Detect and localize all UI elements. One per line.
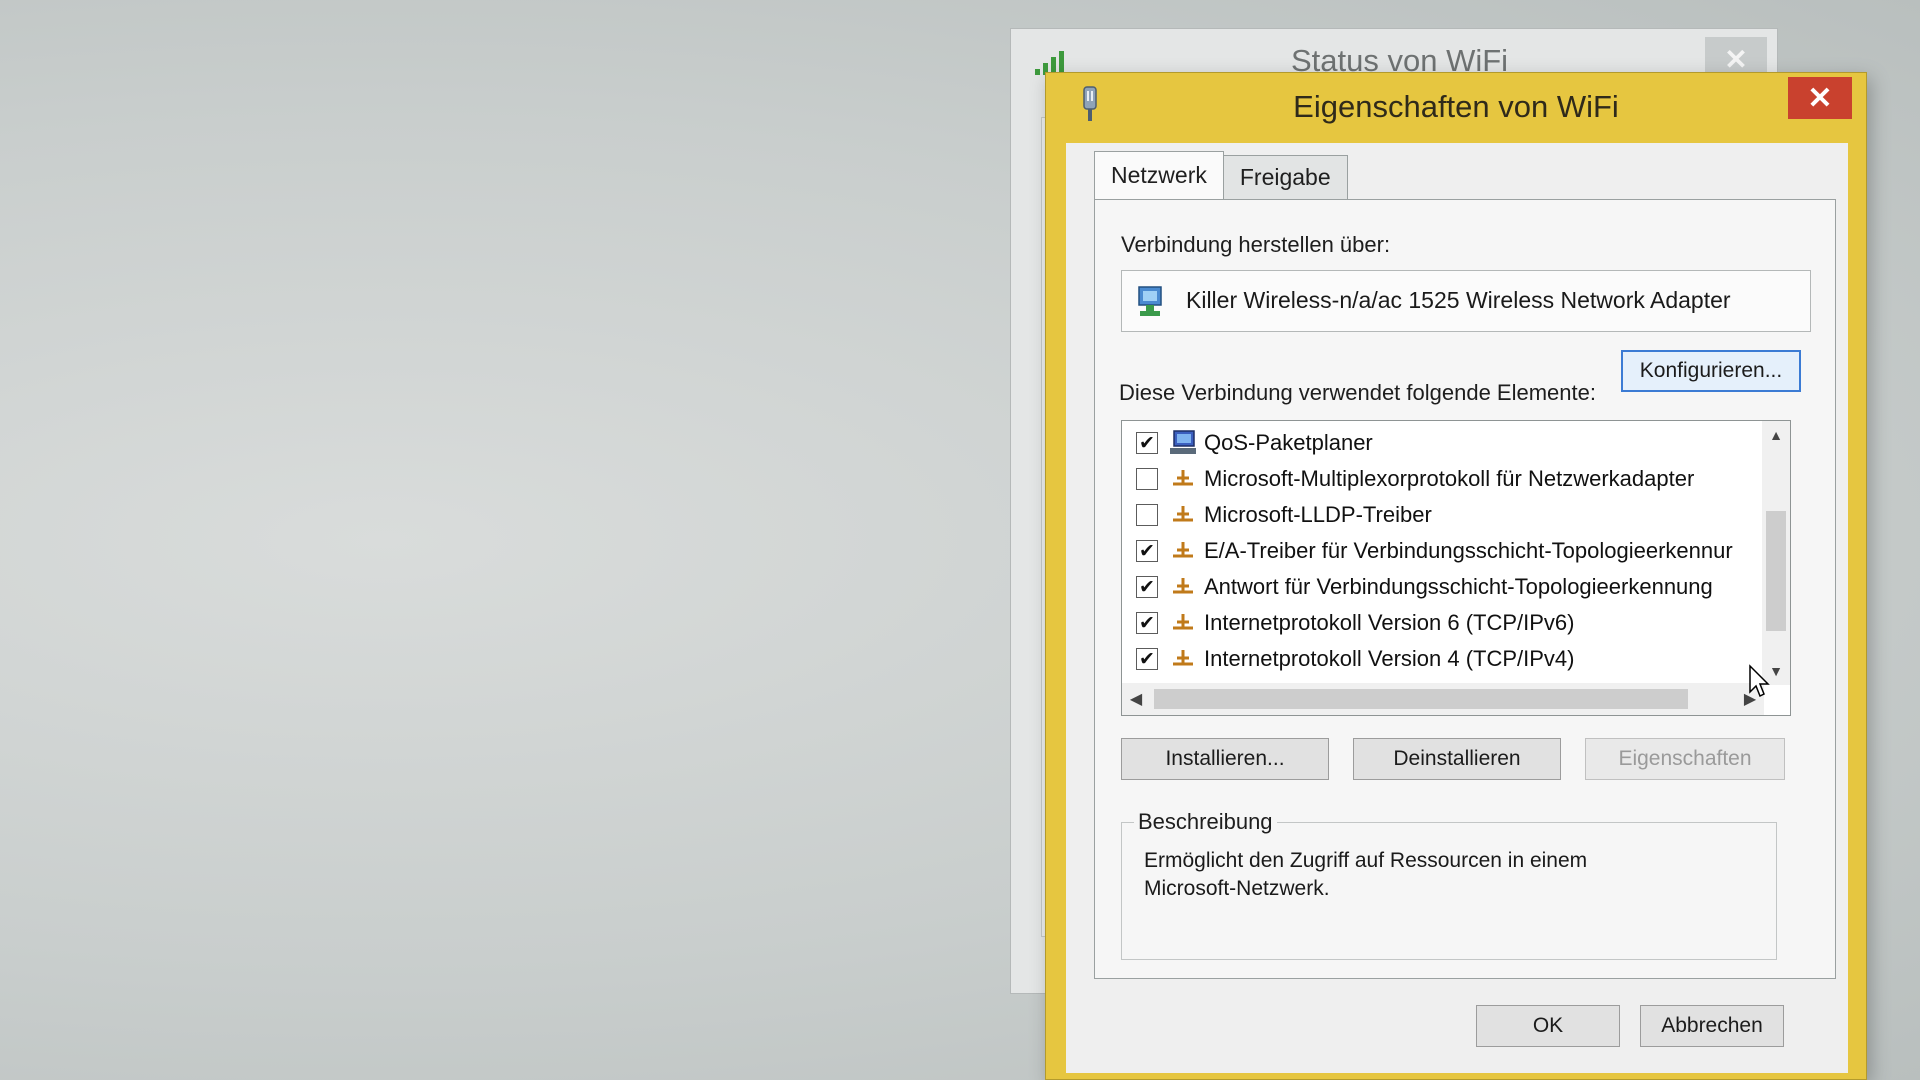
item-label-multiplexor: Microsoft-Multiplexorprotokoll für Netzw… [1204,466,1695,491]
checkbox-lltd-responder[interactable]: ✔ [1136,576,1158,598]
description-text: Ermöglicht den Zugriff auf Ressourcen in… [1144,849,1588,900]
list-item-lltd-io[interactable]: ✔ E/A-Treiber für Verbindungsschicht-Top… [1122,533,1762,569]
list-item-ipv6[interactable]: ✔ Internetprotokoll Version 6 (TCP/IPv6) [1122,605,1762,641]
list-item-ipv4[interactable]: ✔ Internetprotokoll Version 4 (TCP/IPv4) [1122,641,1762,677]
install-button[interactable]: Installieren... [1121,738,1329,780]
qos-scheduler-icon [1170,430,1196,454]
dialog-titlebar[interactable]: Eigenschaften von WiFi ✕ [1046,73,1866,139]
tab-panel-netzwerk: Verbindung herstellen über: Killer Wirel… [1094,199,1836,979]
connect-via-label: Verbindung herstellen über: [1121,232,1391,257]
network-adapter-card-icon [1138,286,1162,316]
configure-button[interactable]: Konfigurieren... [1621,350,1801,392]
checkbox-multiplexor[interactable] [1136,468,1158,490]
mouse-pointer-icon [1749,664,1770,698]
components-listbox[interactable]: ✔ QoS-Paketplaner Microsoft-Multiplexorp… [1121,420,1791,716]
protocol-icon [1173,470,1193,486]
cancel-button[interactable]: Abbrechen [1640,1005,1784,1047]
item-label-lltd-io: E/A-Treiber für Verbindungsschicht-Topol… [1204,538,1733,563]
protocol-icon [1173,578,1193,594]
properties-dialog: Eigenschaften von WiFi ✕ Netzwerk Freiga… [1045,72,1867,1080]
dialog-title: Eigenschaften von WiFi [1293,89,1619,124]
protocol-icon [1173,650,1193,666]
checkbox-lltd-io[interactable]: ✔ [1136,540,1158,562]
checkbox-ipv4[interactable]: ✔ [1136,648,1158,670]
checkbox-ipv6[interactable]: ✔ [1136,612,1158,634]
list-item-lltd-responder[interactable]: ✔ Antwort für Verbindungsschicht-Topolog… [1122,569,1762,605]
ok-button[interactable]: OK [1476,1005,1620,1047]
item-label-ipv4: Internetprotokoll Version 4 (TCP/IPv4) [1204,646,1575,671]
description-groupbox: Beschreibung Ermöglicht den Zugriff auf … [1121,809,1777,960]
item-label-qos: QoS-Paketplaner [1204,430,1373,455]
list-item-lldp[interactable]: Microsoft-LLDP-Treiber [1122,497,1762,533]
description-legend: Beschreibung [1134,809,1277,835]
horizontal-scroll-thumb[interactable] [1154,689,1688,709]
vertical-scrollbar[interactable]: ▲ ▼ [1762,421,1790,685]
dialog-client-area: Netzwerk Freigabe Verbindung herstellen … [1066,143,1848,1073]
scroll-up-arrow-icon[interactable]: ▲ [1762,421,1790,449]
tab-strip: Netzwerk Freigabe [1094,151,1348,199]
adapter-field: Killer Wireless-n/a/ac 1525 Wireless Net… [1121,270,1811,332]
protocol-icon [1173,614,1193,630]
checkbox-qos[interactable]: ✔ [1136,432,1158,454]
vertical-scroll-thumb[interactable] [1766,511,1786,631]
tab-netzwerk[interactable]: Netzwerk [1094,151,1224,199]
scroll-left-arrow-icon[interactable]: ◀ [1122,683,1150,715]
protocol-icon [1173,506,1193,522]
item-label-lldp: Microsoft-LLDP-Treiber [1204,502,1432,527]
list-item-qos[interactable]: ✔ QoS-Paketplaner [1122,425,1762,461]
dialog-close-button[interactable]: ✕ [1788,77,1852,119]
adapter-name: Killer Wireless-n/a/ac 1525 Wireless Net… [1186,287,1731,313]
protocol-icon [1173,542,1193,558]
list-item-multiplexor[interactable]: Microsoft-Multiplexorprotokoll für Netzw… [1122,461,1762,497]
properties-button[interactable]: Eigenschaften [1585,738,1785,780]
uninstall-button[interactable]: Deinstallieren [1353,738,1561,780]
tab-freigabe[interactable]: Freigabe [1222,155,1348,199]
item-label-lltd-responder: Antwort für Verbindungsschicht-Topologie… [1204,574,1713,599]
item-label-ipv6: Internetprotokoll Version 6 (TCP/IPv6) [1204,610,1575,635]
checkbox-lldp[interactable] [1136,504,1158,526]
components-list: ✔ QoS-Paketplaner Microsoft-Multiplexorp… [1122,425,1762,677]
horizontal-scrollbar[interactable]: ◀ ▶ [1122,683,1764,715]
items-label: Diese Verbindung verwendet folgende Elem… [1119,380,1596,405]
